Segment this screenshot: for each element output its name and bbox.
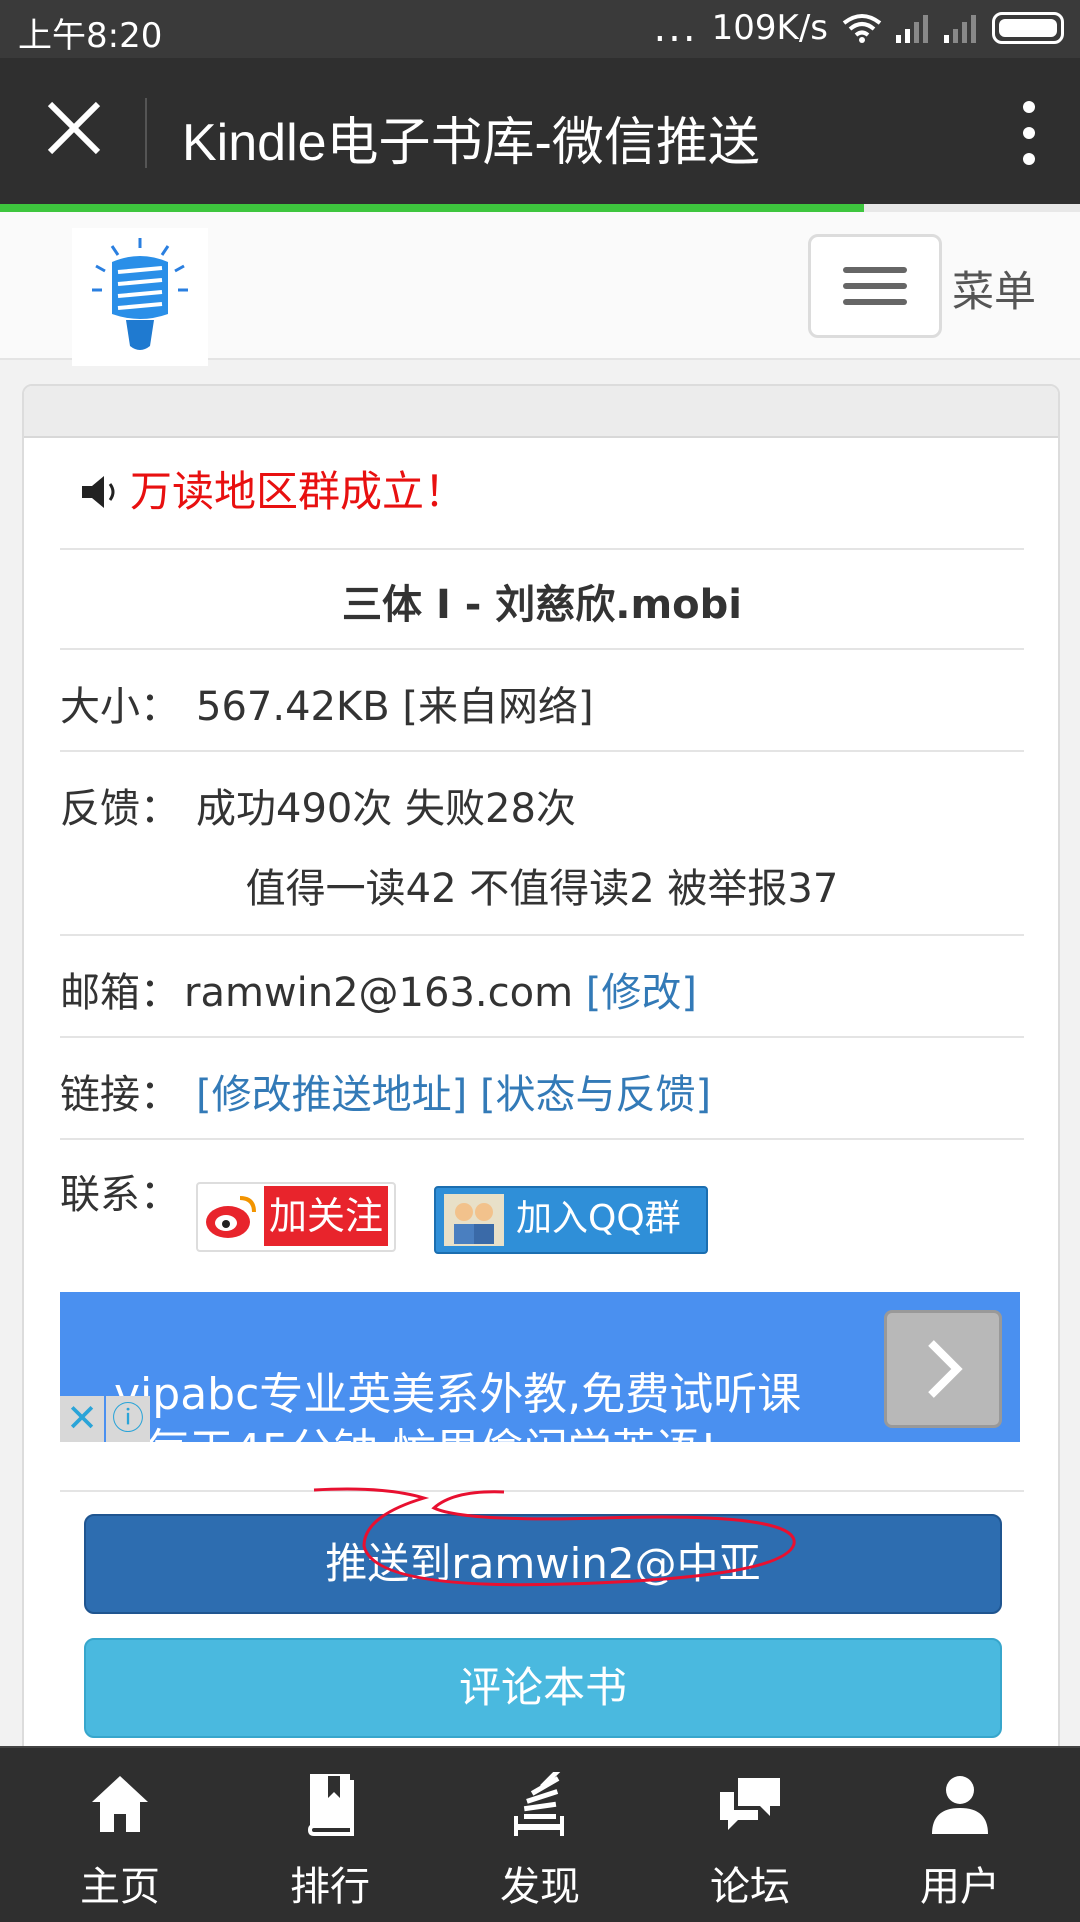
ad-text-line1[interactable]: vipabc专业英美系外教,免费试听课 xyxy=(114,1358,801,1422)
chevron-right-icon xyxy=(928,1340,963,1398)
annotation-circle xyxy=(313,1487,796,1587)
battery-icon xyxy=(992,12,1064,44)
links-row: 链接： [修改推送地址] [状态与反馈] xyxy=(60,1036,1024,1140)
wifi-icon xyxy=(842,14,882,43)
status-dots: ... xyxy=(653,5,698,51)
menu-label[interactable]: 菜单 xyxy=(952,258,1036,319)
home-icon xyxy=(92,1776,148,1832)
signal-icon xyxy=(896,15,928,43)
more-vertical-icon[interactable] xyxy=(1022,100,1036,166)
nav-label-home: 主页 xyxy=(80,1864,160,1910)
vote-stats: 值得一读42 不值得读2 被举报37 xyxy=(245,866,839,912)
nav-item-home[interactable]: 主页 xyxy=(12,1748,228,1922)
lightbulb-icon xyxy=(92,238,188,350)
feedback-label: 反馈： xyxy=(60,786,180,832)
book-title-row: 三体 I - 刘慈欣.mobi xyxy=(60,548,1024,650)
email-row: 邮箱： ramwin2@163.com [修改] xyxy=(60,934,1024,1038)
ad-text-line2[interactable]: ! 每天45分钟,忙里偷闲学英语! xyxy=(114,1414,717,1442)
chat-icon xyxy=(720,1778,780,1830)
weibo-icon xyxy=(206,1196,256,1238)
menu-toggle-button[interactable] xyxy=(808,234,942,338)
edit-email-link[interactable]: [修改] xyxy=(586,970,697,1016)
stack-icon xyxy=(514,1772,564,1836)
signal-icon-2 xyxy=(944,15,976,43)
links-label: 链接： xyxy=(60,1072,180,1118)
nav-label-discover: 发现 xyxy=(500,1864,580,1910)
bottom-nav: 主页 排行 发现 论坛 用户 xyxy=(0,1746,1080,1922)
ad-arrow-button[interactable] xyxy=(884,1310,1002,1428)
nav-item-ranking[interactable]: 排行 xyxy=(222,1748,438,1922)
book-panel: 万读地区群成立！ 三体 I - 刘慈欣.mobi 大小： 567.42KB [来… xyxy=(22,384,1060,1758)
network-speed: 109K/s xyxy=(711,8,828,48)
nav-label-user: 用户 xyxy=(920,1864,1000,1910)
hamburger-icon xyxy=(843,267,907,273)
book-title: 三体 I - 刘慈欣.mobi xyxy=(342,582,742,628)
size-label: 大小： xyxy=(60,684,180,730)
edit-push-address-link[interactable]: [修改推送地址] xyxy=(196,1072,467,1118)
notice-row: 万读地区群成立！ xyxy=(60,436,1024,550)
status-time: 上午8:20 xyxy=(18,16,163,56)
contact-label: 联系： xyxy=(60,1172,180,1218)
nav-item-discover[interactable]: 发现 xyxy=(432,1748,648,1922)
status-right: ... 109K/s xyxy=(653,8,1064,48)
page-title: Kindle电子书库-微信推送 xyxy=(182,114,760,172)
title-bar: Kindle电子书库-微信推送 xyxy=(0,58,1080,204)
notice-text[interactable]: 万读地区群成立！ xyxy=(130,458,466,519)
size-value: 567.42KB [来自网络] xyxy=(196,684,594,730)
speaker-icon xyxy=(82,476,115,508)
close-icon[interactable] xyxy=(44,98,104,158)
page-load-progress xyxy=(0,204,1080,212)
email-address: ramwin2@163.com xyxy=(184,970,574,1016)
size-row: 大小： 567.42KB [来自网络] xyxy=(60,648,1024,752)
status-bar: 上午8:20 ... 109K/s xyxy=(0,0,1080,58)
ad-banner[interactable]: vipabc专业英美系外教,免费试听课 ! 每天45分钟,忙里偷闲学英语! ✕ … xyxy=(60,1292,1020,1442)
email-value: ramwin2@163.com [修改] xyxy=(184,960,697,1018)
site-header: 菜单 xyxy=(0,212,1080,366)
email-label: 邮箱： xyxy=(60,970,180,1016)
site-logo[interactable] xyxy=(72,228,208,366)
nav-label-ranking: 排行 xyxy=(290,1864,370,1910)
status-feedback-link[interactable]: [状态与反馈] xyxy=(480,1072,711,1118)
comment-book-button[interactable]: 评论本书 xyxy=(84,1638,1002,1738)
ad-close-icon[interactable]: ✕ xyxy=(60,1396,104,1442)
weibo-follow-button[interactable]: 加关注 xyxy=(196,1182,396,1252)
nav-item-forum[interactable]: 论坛 xyxy=(642,1748,858,1922)
join-qq-group-label[interactable]: 加入QQ群 xyxy=(516,1188,681,1250)
links-value: [修改推送地址] [状态与反馈] xyxy=(196,1062,711,1120)
feedback-row: 反馈： 成功490次 失败28次 值得一读42 不值得读2 被举报37 xyxy=(60,750,1024,936)
join-qq-group-button[interactable]: 加入QQ群 xyxy=(434,1186,708,1254)
nav-label-forum: 论坛 xyxy=(710,1864,790,1910)
progress-fill xyxy=(0,204,864,212)
ad-info-icon[interactable]: ⓘ xyxy=(106,1396,150,1442)
qq-users-icon xyxy=(444,1194,504,1246)
weibo-follow-label[interactable]: 加关注 xyxy=(264,1186,388,1246)
user-icon xyxy=(932,1776,988,1834)
panel-heading xyxy=(24,386,1058,438)
feedback-value: 成功490次 失败28次 xyxy=(196,786,576,832)
nav-item-user[interactable]: 用户 xyxy=(852,1748,1068,1922)
title-separator xyxy=(145,98,147,168)
book-icon xyxy=(307,1774,354,1836)
